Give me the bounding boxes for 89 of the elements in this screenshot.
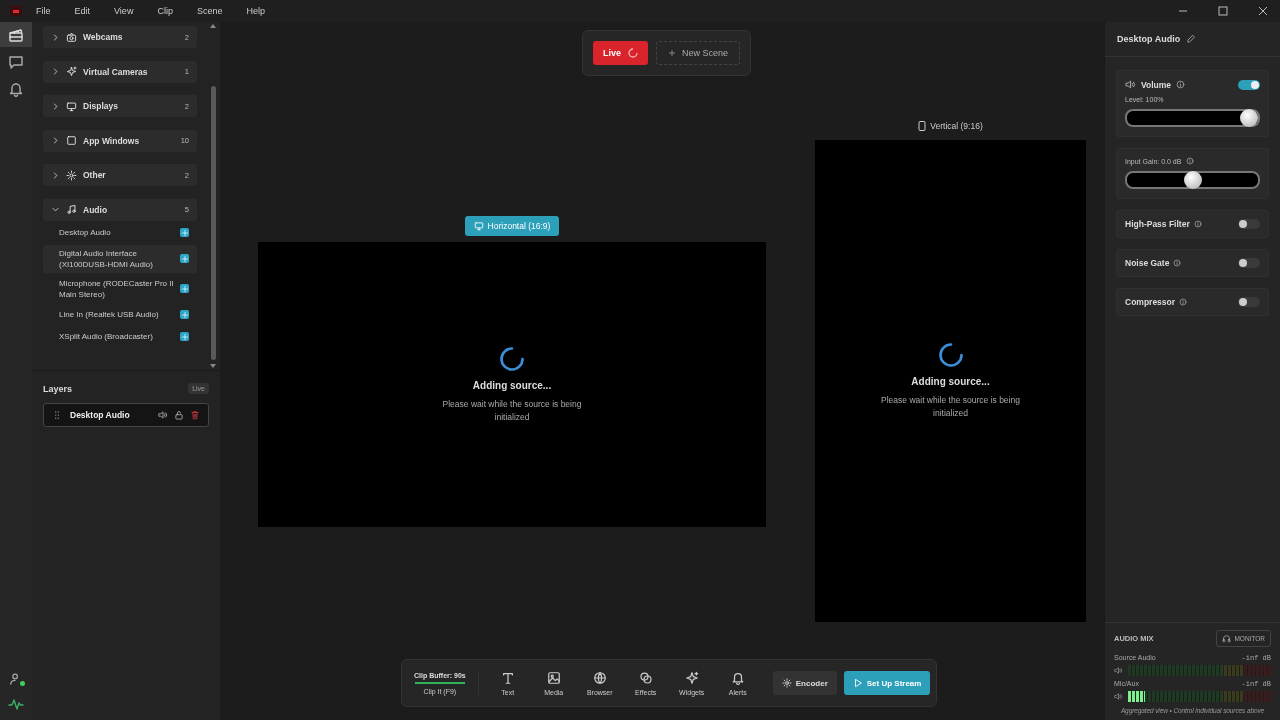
canvas-label: Vertical (9:16)	[918, 120, 983, 131]
audio-source-item[interactable]: XSplit Audio (Broadcaster)	[43, 326, 197, 347]
add-source-button[interactable]	[180, 284, 189, 293]
filter-toggle[interactable]	[1238, 219, 1260, 229]
menu-item[interactable]: Clip	[157, 6, 173, 16]
phone-icon	[918, 120, 927, 131]
setting-label: Volume	[1141, 79, 1172, 90]
play-icon	[852, 678, 863, 688]
trash-icon	[190, 410, 200, 420]
sparkle-icon	[66, 66, 77, 77]
lock-icon	[174, 410, 184, 420]
camera-icon	[66, 31, 77, 43]
audio-source-item[interactable]: Desktop Audio	[43, 222, 197, 243]
add-source-button[interactable]	[180, 254, 189, 263]
close-icon[interactable]	[1258, 6, 1268, 16]
layer-item[interactable]: Desktop Audio	[43, 403, 209, 427]
menu-item[interactable]: Help	[246, 6, 265, 16]
bell-icon	[8, 80, 24, 97]
add-source-button[interactable]	[180, 310, 189, 319]
edit-icon	[1186, 34, 1197, 44]
speaker-icon	[1114, 666, 1123, 675]
alerts-icon	[730, 670, 745, 685]
setting-label: Compressor	[1125, 297, 1176, 307]
speaker-icon	[1125, 79, 1136, 90]
chevron-icon	[51, 32, 60, 42]
widgets-icon	[684, 670, 699, 685]
loading-icon	[628, 48, 638, 58]
activity-icon	[8, 696, 24, 712]
add-source-button[interactable]	[180, 332, 189, 341]
browser-icon	[592, 670, 607, 685]
filter-toggle[interactable]	[1238, 258, 1260, 268]
status-message: Please wait while the source is being initialized	[880, 394, 1021, 420]
media-icon	[546, 670, 561, 685]
chevron-icon	[51, 205, 60, 214]
music-icon	[66, 204, 77, 215]
plus-icon	[180, 254, 189, 263]
audio-source-item[interactable]: Microphone (RODECaster Pro II Main Stereo)	[43, 274, 197, 303]
info-icon	[1179, 298, 1188, 306]
setting-label: Noise Gate	[1125, 258, 1170, 268]
spinner-icon	[936, 341, 965, 369]
plus-icon	[180, 228, 189, 237]
online-status-dot	[20, 681, 25, 686]
plus-icon	[180, 310, 189, 319]
info-icon	[1193, 220, 1202, 228]
chevron-icon	[51, 67, 60, 76]
scenes-icon	[8, 26, 24, 43]
speaker-icon	[1114, 692, 1123, 701]
info-icon	[1186, 157, 1195, 165]
drag-handle-icon	[52, 410, 62, 420]
app-logo-icon	[10, 6, 22, 16]
chat-icon	[8, 53, 24, 70]
monitor-icon	[473, 220, 484, 231]
volume-slider[interactable]	[1125, 109, 1260, 127]
menu-item[interactable]: Edit	[74, 6, 91, 16]
audio-source-item[interactable]: Digital Audio Interface (XI100DUSB-HDMI Audio)	[43, 244, 197, 273]
gain-slider[interactable]	[1125, 171, 1260, 189]
filter-toggle[interactable]	[1238, 297, 1260, 307]
status-title: Adding source...	[911, 376, 990, 387]
status-title: Adding source...	[472, 379, 552, 391]
menu-item[interactable]: View	[114, 6, 134, 16]
spinner-icon	[498, 344, 526, 373]
new-scene-button[interactable]: New Scene	[656, 41, 741, 65]
monitor-icon	[66, 100, 77, 112]
plus-icon	[180, 332, 189, 341]
plus-icon	[180, 284, 189, 293]
text-icon	[500, 670, 515, 685]
menu-item[interactable]: File	[36, 6, 51, 16]
headphones-icon	[1222, 634, 1232, 643]
chevron-icon	[51, 170, 60, 180]
effects-icon	[638, 670, 653, 685]
maximize-icon[interactable]	[1218, 6, 1228, 16]
nav-tab[interactable]	[0, 22, 32, 47]
menu-item[interactable]: Scene	[196, 6, 223, 16]
status-message: Please wait while the source is being initialized	[441, 397, 583, 424]
speaker-icon	[158, 410, 168, 420]
chevron-icon	[51, 136, 60, 145]
panel-title: Desktop Audio	[1117, 34, 1181, 44]
volume-toggle[interactable]	[1238, 79, 1260, 90]
setting-label: High-Pass Filter	[1125, 219, 1190, 229]
add-source-button[interactable]	[180, 228, 189, 237]
info-icon	[1173, 259, 1182, 267]
window-icon	[66, 135, 77, 146]
info-icon	[1176, 80, 1186, 89]
encoder-button[interactable]: Encoder	[772, 671, 837, 695]
audio-source-item[interactable]: Line In (Realtek USB Audio)	[43, 304, 197, 325]
plus-icon	[668, 49, 676, 57]
chevron-icon	[51, 101, 60, 111]
layers-title: Layers	[43, 383, 73, 394]
live-button[interactable]: Live	[593, 41, 648, 65]
